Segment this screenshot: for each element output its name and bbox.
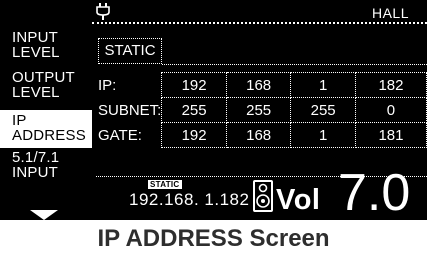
- row-label: SUBNET:: [98, 101, 162, 119]
- gate-octet-field[interactable]: 181: [354, 122, 427, 148]
- speaker-icon: [253, 180, 273, 212]
- sidebar-menu: INPUT LEVEL OUTPUT LEVEL IP ADDRESS 5.1/…: [0, 0, 92, 220]
- ip-octet-field[interactable]: 1: [290, 72, 356, 98]
- sidebar-item-51-71-input[interactable]: 5.1/7.1 INPUT: [0, 150, 92, 184]
- subnet-octet-field[interactable]: 255: [290, 97, 356, 123]
- gate-octet-field[interactable]: 1: [290, 122, 356, 148]
- gate-octet-field[interactable]: 168: [225, 122, 292, 148]
- subnet-octet-field[interactable]: 255: [225, 97, 292, 123]
- sidebar-item-label: INPUT: [12, 164, 58, 181]
- sidebar-item-label: LEVEL: [12, 44, 60, 61]
- sidebar-item-output-level[interactable]: OUTPUT LEVEL: [0, 70, 92, 104]
- sidebar-item-label: INPUT: [12, 29, 58, 46]
- sidebar-item-label: IP: [12, 112, 27, 129]
- sidebar-item-input-level[interactable]: INPUT LEVEL: [0, 30, 92, 64]
- table-row-subnet: SUBNET: 255 255 255 0: [96, 97, 427, 123]
- table-row-ip: IP: 192 168 1 182: [96, 72, 427, 98]
- ip-octet-field[interactable]: 182: [354, 72, 427, 98]
- sidebar-item-label: 5.1/7.1: [12, 149, 60, 166]
- volume-label: Vol: [276, 184, 321, 216]
- divider: [162, 64, 427, 65]
- row-label: GATE:: [98, 126, 142, 144]
- volume-value: 7.0: [338, 164, 411, 222]
- current-ip-address: 192.168. 1.182: [129, 190, 250, 209]
- sidebar-item-label: LEVEL: [12, 84, 60, 101]
- subnet-octet-field[interactable]: 255: [161, 97, 227, 123]
- sidebar-item-label: OUTPUT: [12, 69, 75, 86]
- scroll-down-icon[interactable]: [30, 210, 58, 220]
- display-screen: INPUT LEVEL OUTPUT LEVEL IP ADDRESS 5.1/…: [0, 0, 427, 220]
- sound-mode-label: HALL: [371, 5, 409, 21]
- ip-settings-table: IP: 192 168 1 182 SUBNET: 255 255 255 0 …: [96, 72, 427, 148]
- ip-octet-field[interactable]: 192: [161, 72, 227, 98]
- sidebar-item-label: ADDRESS: [12, 127, 86, 144]
- ip-mode-field[interactable]: STATIC: [98, 38, 162, 64]
- row-label: IP:: [98, 76, 117, 94]
- sidebar-item-ip-address[interactable]: IP ADDRESS: [0, 110, 92, 148]
- gate-octet-field[interactable]: 192: [161, 122, 227, 148]
- plug-icon: [96, 3, 110, 20]
- subnet-octet-field[interactable]: 0: [354, 97, 427, 123]
- figure-caption: IP ADDRESS Screen: [97, 225, 330, 252]
- divider: [92, 22, 427, 24]
- ip-octet-field[interactable]: 168: [225, 72, 292, 98]
- static-badge: STATIC: [148, 180, 182, 189]
- table-row-gate: GATE: 192 168 1 181: [96, 122, 427, 148]
